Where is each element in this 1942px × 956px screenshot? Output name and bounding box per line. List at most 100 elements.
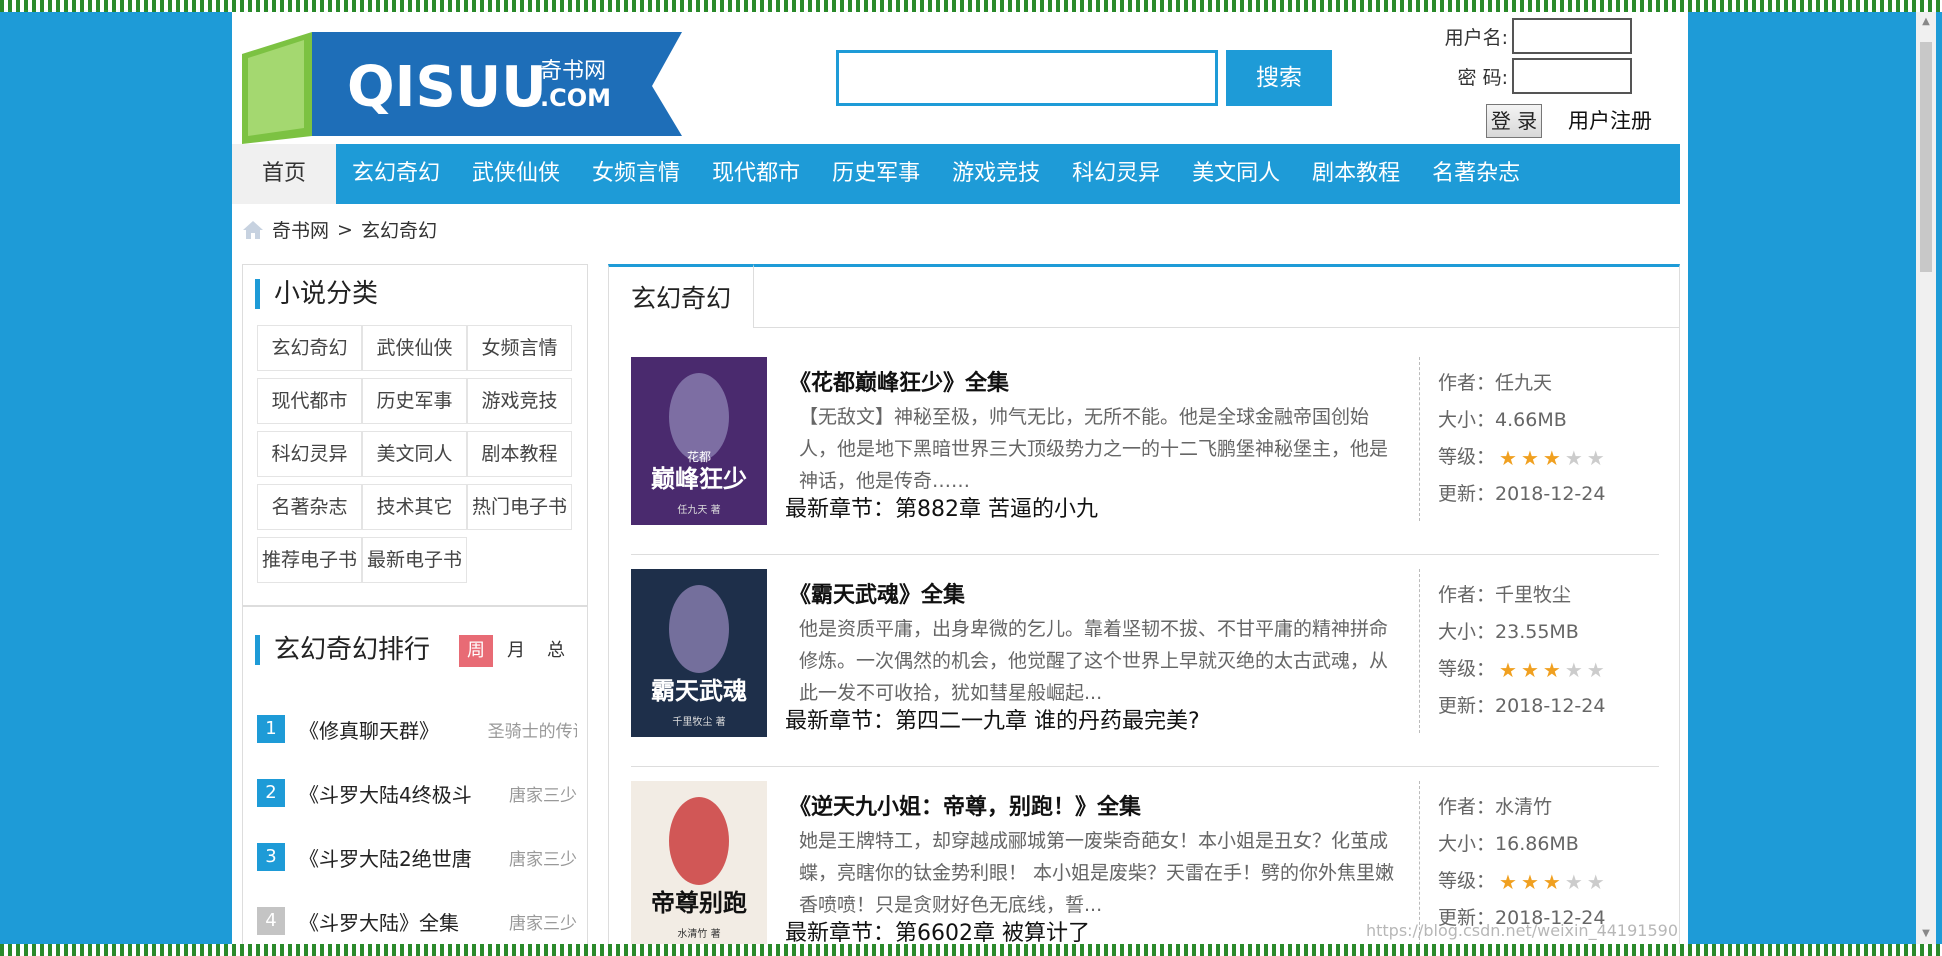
category-link[interactable]: 热门电子书 — [467, 484, 572, 530]
meta-update-row: 更新： 2018-12-24 — [1438, 476, 1659, 513]
rank-book-title[interactable]: 《修真聊天群》 — [299, 715, 488, 744]
scroll-down-icon[interactable]: ▼ — [1920, 928, 1932, 940]
nav-item-10[interactable]: 名著杂志 — [1416, 144, 1536, 204]
book-latest-chapter[interactable]: 最新章节：第882章 苦逼的小九 — [785, 491, 1098, 523]
meta-author-label: 作者： — [1438, 796, 1496, 818]
scroll-up-icon[interactable]: ▲ — [1920, 16, 1932, 28]
logo-graphic: QISUU 奇书网 .COM — [242, 32, 682, 144]
nav-item-4[interactable]: 现代都市 — [696, 144, 816, 204]
site-logo[interactable]: QISUU 奇书网 .COM — [242, 24, 692, 146]
breadcrumb-home[interactable]: 奇书网 — [272, 216, 329, 243]
book-cover[interactable]: 帝尊别跑 水清竹 著 — [631, 781, 767, 944]
rank-book-author: 唐家三少 — [509, 849, 577, 870]
ranking-item[interactable]: 3 《斗罗大陆2绝世唐 唐家三少 — [257, 825, 577, 889]
scroll-thumb[interactable] — [1920, 42, 1932, 272]
meta-size-row: 大小： 16.86MB — [1438, 826, 1659, 863]
tab-xuanhuan[interactable]: 玄幻奇幻 — [608, 264, 754, 328]
tab-divider — [754, 327, 1679, 328]
search-box — [836, 50, 1218, 106]
book-title[interactable]: 《逆天九小姐：帝尊，别跑！》全集 — [789, 789, 1141, 821]
ranking-tab-2[interactable]: 总 — [539, 635, 573, 667]
nav-item-5[interactable]: 历史军事 — [816, 144, 936, 204]
username-input[interactable] — [1512, 18, 1632, 54]
rank-book-title[interactable]: 《斗罗大陆2绝世唐 — [299, 843, 488, 872]
nav-item-8[interactable]: 美文同人 — [1176, 144, 1296, 204]
search-input[interactable] — [839, 53, 1215, 103]
meta-update-value: 2018-12-24 — [1495, 695, 1606, 717]
ranking-tab-1[interactable]: 月 — [499, 635, 533, 667]
category-link[interactable]: 玄幻奇幻 — [257, 325, 362, 371]
rank-number: 1 — [257, 715, 285, 743]
category-link[interactable]: 历史军事 — [362, 378, 467, 424]
category-link[interactable]: 科幻灵异 — [257, 431, 362, 477]
meta-update-label: 更新： — [1438, 483, 1496, 505]
category-link[interactable]: 技术其它 — [362, 484, 467, 530]
book-title[interactable]: 《花都巅峰狂少》全集 — [789, 365, 1009, 397]
password-input[interactable] — [1512, 58, 1632, 94]
book-cover-art: 巅峰狂少花都任九天 著 — [631, 357, 767, 525]
rank-book-author: 唐家三少 — [509, 785, 577, 806]
meta-author-value: 千里牧尘 — [1495, 584, 1572, 606]
book-cover[interactable]: 霸天武魂 千里牧尘 著 — [631, 569, 767, 737]
nav-item-7[interactable]: 科幻灵异 — [1056, 144, 1176, 204]
meta-size-label: 大小： — [1438, 621, 1496, 643]
frame-bottom-border — [0, 944, 1942, 956]
book-item: 帝尊别跑 水清竹 著《逆天九小姐：帝尊，别跑！》全集她是王牌特工，却穿越成郦城第一… — [631, 767, 1659, 944]
logo-sub-cn: 奇书网 — [540, 59, 606, 84]
cover-author: 千里牧尘 著 — [672, 715, 725, 728]
category-link[interactable]: 女频言情 — [467, 325, 572, 371]
nav-item-9[interactable]: 剧本教程 — [1296, 144, 1416, 204]
register-link[interactable]: 用户注册 — [1568, 104, 1652, 138]
book-title[interactable]: 《霸天武魂》全集 — [789, 577, 965, 609]
meta-author-label: 作者： — [1438, 372, 1496, 394]
star-empty-icon: ★ — [1586, 869, 1605, 894]
category-link[interactable]: 美文同人 — [362, 431, 467, 477]
ranking-box: 玄幻奇幻排行 周月总 1《修真聊天群》圣骑士的传说2《斗罗大陆4终极斗唐家三少3… — [242, 606, 588, 944]
ranking-item[interactable]: 1 《修真聊天群》圣骑士的传说 — [257, 697, 577, 761]
login-button[interactable]: 登 录 — [1486, 104, 1542, 138]
nav-item-0[interactable]: 首页 — [232, 144, 337, 204]
book-latest-chapter[interactable]: 最新章节：第四二一九章 谁的丹药最完美? — [785, 703, 1200, 735]
category-link[interactable]: 名著杂志 — [257, 484, 362, 530]
meta-update-label: 更新： — [1438, 695, 1496, 717]
meta-level-row: 等级： ★ ★ ★ ★ ★ — [1438, 651, 1659, 688]
rank-number: 2 — [257, 779, 285, 807]
book-item: 巅峰狂少 花都 任九天 著《花都巅峰狂少》全集【无敌文】神秘至极，帅气无比，无所不能… — [631, 343, 1659, 555]
breadcrumb-current[interactable]: 玄幻奇幻 — [361, 216, 437, 243]
ranking-item[interactable]: 4 《斗罗大陆》全集 唐家三少 — [257, 889, 577, 944]
book-description: 【无敌文】神秘至极，帅气无比，无所不能。他是全球金融帝国创始人，他是地下黑暗世界… — [799, 406, 1389, 492]
category-box: 小说分类 玄幻奇幻 武侠仙侠 女频言情 现代都市 历史军事 游戏竞技 科幻灵异 美文同人 剧本教… — [242, 264, 588, 606]
rating-stars: ★ ★ ★ ★ ★ — [1499, 660, 1605, 680]
book-latest-chapter[interactable]: 最新章节：第6602章 被算计了 — [785, 915, 1090, 944]
category-link[interactable]: 最新电子书 — [362, 537, 467, 583]
rank-book-author: 唐家三少 — [509, 913, 577, 934]
category-link[interactable]: 现代都市 — [257, 378, 362, 424]
ranking-item[interactable]: 2 《斗罗大陆4终极斗 唐家三少 — [257, 761, 577, 825]
ranking-tab-0[interactable]: 周 — [459, 635, 493, 667]
book-cover[interactable]: 巅峰狂少 花都 任九天 著 — [631, 357, 767, 525]
category-link[interactable]: 推荐电子书 — [257, 537, 362, 583]
vertical-scrollbar[interactable]: ▲ ▼ — [1916, 12, 1936, 944]
search-button[interactable]: 搜索 — [1226, 50, 1332, 106]
rank-book-title[interactable]: 《斗罗大陆4终极斗 — [299, 779, 488, 808]
book-cover-art: 帝尊别跑水清竹 著 — [631, 781, 767, 944]
nav-item-2[interactable]: 武侠仙侠 — [456, 144, 576, 204]
rank-book-title[interactable]: 《斗罗大陆》全集 — [299, 907, 488, 936]
logo-text: QISUU — [347, 55, 547, 120]
nav-item-6[interactable]: 游戏竞技 — [936, 144, 1056, 204]
category-link[interactable]: 游戏竞技 — [467, 378, 572, 424]
meta-level-row: 等级： ★ ★ ★ ★ ★ — [1438, 439, 1659, 476]
book-description: 他是资质平庸，出身卑微的乞儿。靠着坚韧不拔、不甘平庸的精神拼命修炼。一次偶然的机… — [799, 618, 1389, 704]
book-description: 她是王牌特工，却穿越成郦城第一废柴奇葩女！本小姐是丑女？化茧成蝶，亮瞎你的钛金势… — [799, 830, 1395, 916]
nav-item-1[interactable]: 玄幻奇幻 — [336, 144, 456, 204]
username-label: 用户名: — [1444, 26, 1508, 49]
star-empty-icon: ★ — [1586, 445, 1605, 470]
rating-stars: ★ ★ ★ ★ ★ — [1499, 448, 1605, 468]
meta-update-row: 更新： 2018-12-24 — [1438, 688, 1659, 725]
nav-item-3[interactable]: 女频言情 — [576, 144, 696, 204]
book-meta: 作者： 水清竹 大小： 16.86MB 等级： ★ ★ ★ ★ ★ 更新： 2018-12-24 — [1419, 781, 1659, 944]
category-link[interactable]: 剧本教程 — [467, 431, 572, 477]
meta-size-label: 大小： — [1438, 409, 1496, 431]
category-link[interactable]: 武侠仙侠 — [362, 325, 467, 371]
star-filled-icon: ★ — [1520, 869, 1539, 894]
